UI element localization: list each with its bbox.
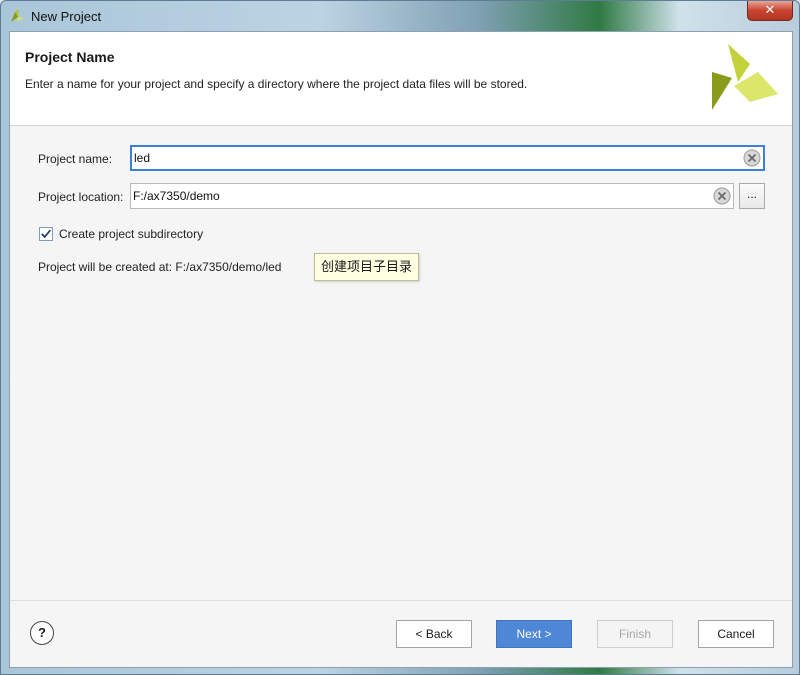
question-mark-icon: ? [38, 625, 46, 640]
next-button[interactable]: Next > [496, 620, 572, 648]
back-button[interactable]: < Back [396, 620, 472, 648]
clear-icon[interactable] [713, 187, 731, 205]
close-icon: ✕ [764, 2, 776, 17]
project-name-label: Project name: [38, 152, 113, 166]
page-title: Project Name [25, 49, 115, 65]
project-path-preview: Project will be created at: F:/ax7350/de… [38, 260, 282, 274]
clear-icon[interactable] [743, 149, 761, 167]
browse-label: ... [746, 187, 757, 201]
tooltip-text: 创建项目子目录 [321, 259, 413, 274]
finish-button: Finish [597, 620, 673, 648]
browse-button[interactable]: ... [739, 183, 765, 209]
tooltip: 创建项目子目录 [314, 253, 420, 281]
new-project-window: New Project ✕ Project Name Enter a name … [0, 0, 800, 675]
create-subdirectory-label[interactable]: Create project subdirectory [59, 227, 203, 241]
close-button[interactable]: ✕ [747, 1, 793, 21]
create-subdirectory-checkbox[interactable] [39, 227, 53, 241]
cancel-button[interactable]: Cancel [698, 620, 774, 648]
page-description: Enter a name for your project and specif… [25, 77, 528, 91]
title-bar[interactable]: New Project ✕ [1, 1, 799, 31]
project-name-field[interactable] [130, 145, 765, 171]
dialog-body: Project Name Enter a name for your proje… [9, 31, 793, 668]
xilinx-logo-icon [712, 44, 778, 110]
footer-divider [10, 600, 792, 601]
checkmark-icon [41, 229, 51, 239]
window-title: New Project [31, 9, 102, 24]
project-location-label: Project location: [38, 190, 124, 204]
project-location-field[interactable] [130, 183, 734, 209]
project-name-input[interactable] [134, 147, 734, 169]
project-location-input[interactable] [133, 184, 703, 208]
help-button[interactable]: ? [30, 621, 54, 645]
header-panel: Project Name Enter a name for your proje… [10, 32, 792, 126]
app-logo-icon [11, 9, 24, 22]
